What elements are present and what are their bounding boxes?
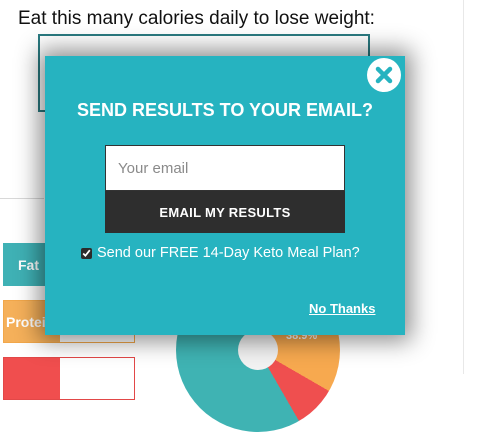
modal-title: SEND RESULTS TO YOUR EMAIL? <box>76 100 374 120</box>
no-thanks-link[interactable]: No Thanks <box>309 301 375 316</box>
macro-label-carbs <box>4 358 60 399</box>
email-results-button[interactable]: EMAIL MY RESULTS <box>105 191 345 233</box>
sidebar-divider <box>463 0 464 374</box>
page-heading: Eat this many calories daily to lose wei… <box>18 8 375 29</box>
meal-plan-optin[interactable]: Send our FREE 14-Day Keto Meal Plan? <box>81 245 360 261</box>
meal-plan-checkbox[interactable] <box>81 247 92 259</box>
email-input[interactable] <box>105 145 345 191</box>
macro-row-carbs <box>3 357 135 400</box>
divider <box>0 198 44 199</box>
email-results-modal: SEND RESULTS TO YOUR EMAIL? EMAIL MY RES… <box>45 56 405 335</box>
close-icon <box>375 66 393 84</box>
meal-plan-optin-label: Send our FREE 14-Day Keto Meal Plan? <box>97 245 360 261</box>
pie-center <box>238 330 278 370</box>
close-button[interactable] <box>367 58 401 92</box>
